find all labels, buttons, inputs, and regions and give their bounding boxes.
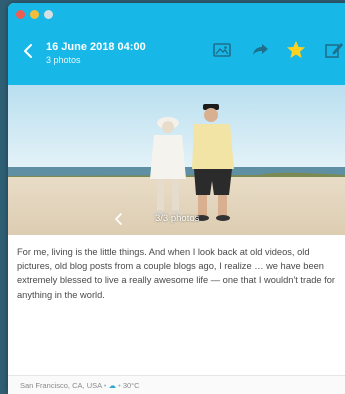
star-icon[interactable] <box>285 39 307 61</box>
entry-date: 16 June 2018 04:00 <box>46 41 146 53</box>
entry-footer: San Francisco, CA, USA • ☁ • 30°C <box>8 375 345 394</box>
close-window-button[interactable] <box>16 10 25 19</box>
temperature-label: 30°C <box>122 381 140 390</box>
entry-body-text[interactable]: For me, living is the little things. And… <box>17 245 345 302</box>
share-icon[interactable] <box>249 39 271 61</box>
entry-toolbar: 16 June 2018 04:00 3 photos <box>8 25 345 85</box>
weather-icon: ☁ <box>108 381 117 390</box>
entry-photo-count: 3 photos <box>46 55 81 65</box>
chevron-left-icon[interactable] <box>113 212 125 226</box>
edit-icon[interactable] <box>323 39 345 61</box>
maximize-window-button[interactable] <box>44 10 53 19</box>
photo-counter: 3/3 photos <box>155 213 200 224</box>
title-bar <box>8 3 345 25</box>
entry-photo[interactable]: 3/3 photos <box>8 85 345 235</box>
location-label[interactable]: San Francisco, CA, USA <box>20 381 102 390</box>
photo-navigator: 3/3 photos <box>108 212 228 226</box>
minimize-window-button[interactable] <box>30 10 39 19</box>
footer-metadata: San Francisco, CA, USA • ☁ • 30°C <box>20 381 140 390</box>
journal-window: 16 June 2018 04:00 3 photos 3/3 photos F… <box>8 3 345 394</box>
chevron-left-icon[interactable] <box>18 40 40 62</box>
photo-icon[interactable] <box>211 39 233 61</box>
